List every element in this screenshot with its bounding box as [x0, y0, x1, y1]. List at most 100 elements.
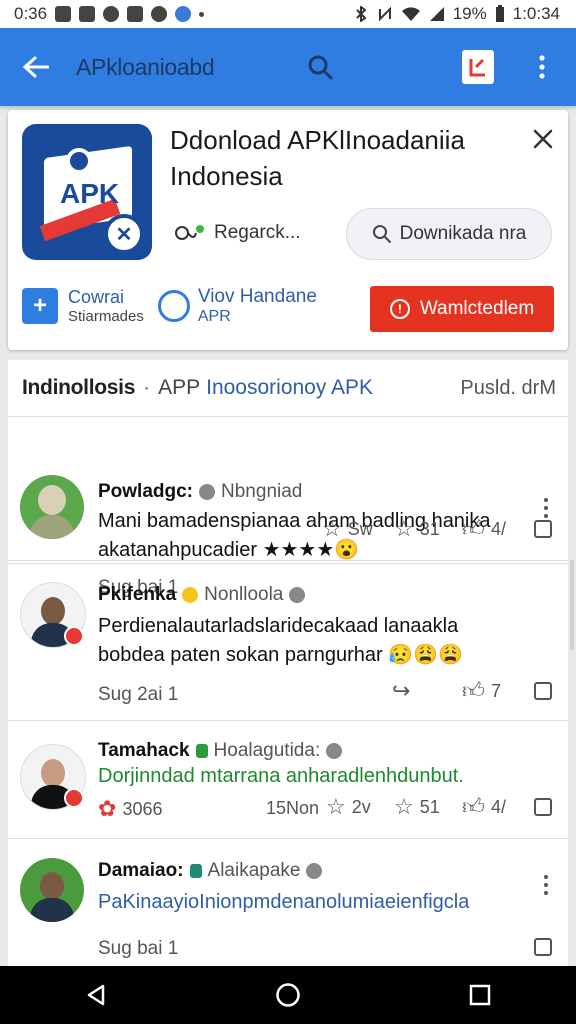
share-button[interactable]	[534, 520, 552, 538]
alert-icon: !	[389, 299, 410, 319]
thumb-button[interactable]: 👍︎ 4/	[462, 796, 506, 818]
share-button[interactable]	[534, 938, 552, 956]
like-button[interactable]: ☆ 2v	[326, 796, 371, 818]
nfc-icon	[378, 6, 391, 22]
download-search-pill[interactable]: Downikada nra	[346, 208, 552, 260]
flag-icon	[469, 58, 485, 77]
post-author[interactable]: Powladgc:	[98, 481, 193, 503]
warning-action-button[interactable]: ! Wamlctedlem	[370, 286, 554, 332]
post-footer: Sug bai 1	[98, 938, 179, 959]
post-subtitle: Alaikapake	[207, 860, 301, 881]
share-button[interactable]	[534, 682, 552, 700]
feed-header-separator: ·	[143, 376, 151, 399]
avatar[interactable]	[20, 858, 84, 922]
feed-header-app: APP	[158, 376, 201, 399]
nav-home-button[interactable]	[268, 975, 308, 1015]
action2-line1: Viov Handane	[197, 286, 317, 307]
back-arrow-icon	[23, 56, 49, 78]
close-icon	[533, 129, 553, 149]
reply-icon: ↪	[392, 678, 411, 703]
leaf-icon	[195, 744, 208, 758]
verified-icon	[326, 743, 343, 759]
action2-line2: APR	[197, 308, 231, 325]
metric-value: 3066	[122, 798, 163, 819]
signal-icon	[429, 7, 444, 21]
post-subtitle: Hoalagutida:	[213, 740, 321, 761]
post-footer: Sug 2ai 1	[98, 684, 179, 705]
reaction-icon: ✿	[98, 796, 117, 821]
share-icon	[534, 682, 552, 700]
post-text: Dorjinndad mtarrana anharadlenhdunbut.	[98, 765, 464, 787]
post-text: Perdienalautarladslaridecakaad lanaakla …	[98, 615, 463, 666]
gear-icon	[66, 148, 92, 174]
date-label: 15Non	[266, 798, 319, 819]
wifi-icon	[401, 7, 420, 21]
action1-line1: Cowrai	[68, 287, 125, 307]
app-bar-title: APkloanioabd	[76, 53, 215, 80]
close-button[interactable]	[526, 122, 560, 156]
app-title: Ddonload APKlInoadaniia Indonesia	[170, 125, 465, 191]
more-vert-icon	[539, 55, 545, 79]
avatar[interactable]	[20, 475, 84, 539]
thumb-button[interactable]: 👍︎ 4/	[462, 518, 506, 540]
share-button[interactable]	[534, 798, 552, 816]
thumb-button[interactable]: 👍︎ 7	[462, 680, 501, 702]
post-item: Powladgc: Nbngniad Mani bamadenspianaa a…	[8, 417, 568, 598]
view-handane-action[interactable]: Viov Handane APR	[157, 286, 317, 326]
post-author[interactable]: Damaiao:	[98, 860, 184, 882]
feed-header-title: Indinollosis	[22, 376, 136, 399]
share-icon	[534, 938, 552, 956]
regards-label: Regarck...	[214, 222, 301, 243]
post-author[interactable]: Pkifenka	[98, 584, 176, 606]
like-button[interactable]: ☆ Sw	[322, 518, 373, 540]
post-subtitle: Nbngniad	[221, 481, 303, 502]
rate-button[interactable]: ☆ 31	[394, 518, 440, 540]
more-notifications-icon	[199, 11, 205, 17]
notification-icon	[55, 6, 72, 22]
post-menu-button[interactable]	[536, 870, 556, 900]
bluetooth-icon	[355, 6, 367, 22]
back-button[interactable]	[16, 47, 56, 87]
reactions-count[interactable]: ✿ 3066	[98, 798, 162, 820]
notification-icon	[103, 6, 120, 22]
thumbs-up-icon: 👍︎	[462, 516, 485, 541]
heart-check-icon	[175, 225, 204, 240]
feed-header-link[interactable]: Inoosorionoy APK	[206, 376, 373, 400]
crowd-action[interactable]: + Cowrai Stiarmades	[22, 287, 144, 325]
download-pill-label: Downikada nra	[399, 223, 527, 244]
notification-icon	[151, 6, 168, 22]
search-icon	[308, 55, 333, 80]
reply-button[interactable]: ↪	[392, 680, 410, 702]
rate-button[interactable]: ☆ 51	[394, 796, 440, 818]
nav-back-button[interactable]	[76, 975, 116, 1015]
nav-recents-button[interactable]	[460, 975, 500, 1015]
star-icon: ☆	[326, 794, 346, 819]
metric-value: 4/	[491, 518, 507, 539]
notification-icon	[127, 6, 144, 22]
feed-panel: Indinollosis · APP Inoosorionoy APK Pusl…	[8, 360, 568, 966]
verified-icon	[306, 863, 323, 879]
nav-recents-icon	[469, 984, 491, 1006]
notification-icon	[79, 6, 96, 22]
plus-icon: +	[22, 288, 58, 324]
notification-icon	[175, 6, 192, 22]
share-icon	[534, 798, 552, 816]
star-icon: ☆	[322, 516, 342, 541]
post-author[interactable]: Tamahack	[98, 740, 190, 762]
report-button[interactable]	[462, 50, 494, 84]
nav-home-icon	[276, 983, 300, 1007]
thumbs-up-icon: 👍︎	[462, 678, 485, 703]
action1-line2: Stiarmades	[68, 308, 144, 325]
metric-value: 4/	[491, 796, 507, 817]
metric-value: 15Non	[266, 798, 320, 818]
search-button[interactable]	[300, 47, 340, 87]
feed-header-right: Pusld. drM	[460, 376, 556, 399]
overflow-menu-button[interactable]	[526, 47, 558, 87]
regards-link[interactable]: Regarck...	[174, 222, 301, 244]
status-time-right: 1:0:34	[512, 4, 560, 23]
app-logo: APK ✕	[22, 124, 152, 260]
post-menu-button[interactable]	[536, 493, 556, 523]
post-text: PaKinaayioInionpmdenanolumiaeienfigcla	[98, 891, 470, 913]
thumbs-up-icon: 👍︎	[462, 794, 485, 819]
online-badge-icon	[64, 788, 84, 808]
